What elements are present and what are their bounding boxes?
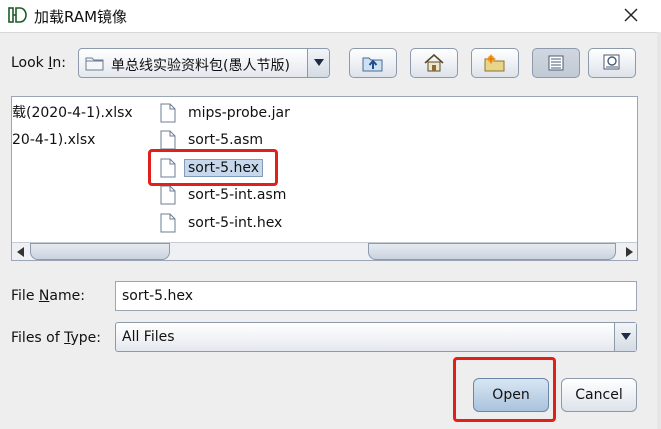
scroll-left-button[interactable]	[12, 243, 29, 260]
home-icon	[424, 54, 444, 72]
list-item[interactable]: sort-5.asm	[160, 127, 294, 155]
look-in-label-prefix: Look	[11, 55, 49, 71]
look-in-combo[interactable]: 单总线实验资料包(愚人节版)	[78, 48, 330, 78]
file-chooser-dialog: Look In: 单总线实验资料包(愚人节版) 载(2020-4-1).xlsx…	[0, 32, 661, 429]
file-type-value: All Files	[122, 329, 175, 345]
file-icon	[160, 103, 176, 123]
file-name: sort-5-int.hex	[188, 214, 283, 231]
file-type-label-suffix: ype:	[70, 330, 102, 346]
scrollbar-thumb-left[interactable]	[30, 243, 170, 260]
new-folder-icon	[484, 54, 505, 72]
list-item[interactable]: 载(2020-4-1).xlsx	[12, 103, 133, 130]
home-button[interactable]	[410, 48, 458, 78]
new-folder-button[interactable]	[471, 48, 519, 78]
file-name-label-prefix: File	[11, 288, 39, 304]
list-item[interactable]: 20-4-1).xlsx	[12, 130, 133, 157]
list-view-icon	[548, 55, 564, 71]
close-icon	[624, 8, 638, 22]
list-item[interactable]: sort-5-int.asm	[160, 182, 294, 210]
file-name-input[interactable]	[115, 281, 637, 311]
title-bar: 加载RAM镜像	[0, 0, 661, 32]
chevron-down-icon	[313, 59, 324, 66]
file-name-label-mnemonic: N	[38, 288, 50, 304]
file-type-label-prefix: Files of	[11, 330, 65, 346]
look-in-value: 单总线实验资料包(愚人节版)	[111, 58, 290, 74]
file-column-right: mips-probe.jar sort-5.asm sort-5.hex sor…	[160, 99, 294, 237]
triangle-right-icon	[625, 246, 633, 257]
triangle-left-icon	[16, 246, 24, 257]
scroll-right-button[interactable]	[620, 243, 637, 260]
file-name: sort-5.asm	[188, 132, 264, 149]
background-window-edge	[657, 32, 661, 429]
file-type-label: Files of Type:	[11, 330, 101, 346]
look-in-label-suffix: n:	[52, 55, 66, 71]
file-column-left: 载(2020-4-1).xlsx 20-4-1).xlsx	[12, 103, 133, 157]
window-title: 加载RAM镜像	[34, 8, 128, 26]
logisim-app-icon	[8, 7, 27, 23]
details-view-button[interactable]	[588, 48, 636, 78]
file-list[interactable]: 载(2020-4-1).xlsx 20-4-1).xlsx mips-probe…	[11, 96, 638, 261]
folder-icon	[85, 57, 104, 71]
file-name: mips-probe.jar	[188, 104, 290, 121]
file-name-label-suffix: ame:	[49, 288, 85, 304]
up-one-level-button[interactable]	[349, 48, 397, 78]
file-type-combo[interactable]: All Files	[115, 322, 637, 352]
list-item-selected[interactable]: sort-5.hex	[160, 154, 294, 182]
close-button[interactable]	[614, 1, 648, 29]
look-in-dropdown-arrow[interactable]	[307, 49, 329, 77]
open-button[interactable]: Open	[473, 378, 549, 412]
cancel-button[interactable]: Cancel	[561, 378, 637, 412]
list-item[interactable]: sort-5-int.hex	[160, 209, 294, 237]
file-name: sort-5-int.asm	[188, 187, 287, 204]
file-name-label: File Name:	[11, 288, 85, 304]
horizontal-scrollbar[interactable]	[12, 242, 637, 260]
file-icon	[160, 130, 176, 150]
file-type-dropdown-arrow[interactable]	[614, 323, 636, 351]
list-view-button[interactable]	[532, 48, 580, 78]
list-item[interactable]: mips-probe.jar	[160, 99, 294, 127]
file-icon	[160, 213, 176, 233]
scrollbar-thumb[interactable]	[368, 243, 616, 260]
file-name: sort-5.hex	[184, 158, 264, 177]
chevron-down-icon	[620, 333, 631, 340]
file-icon	[160, 185, 176, 205]
look-in-label: Look In:	[11, 55, 66, 71]
details-view-icon	[603, 54, 620, 70]
file-icon	[160, 158, 176, 178]
up-folder-icon	[362, 57, 383, 72]
